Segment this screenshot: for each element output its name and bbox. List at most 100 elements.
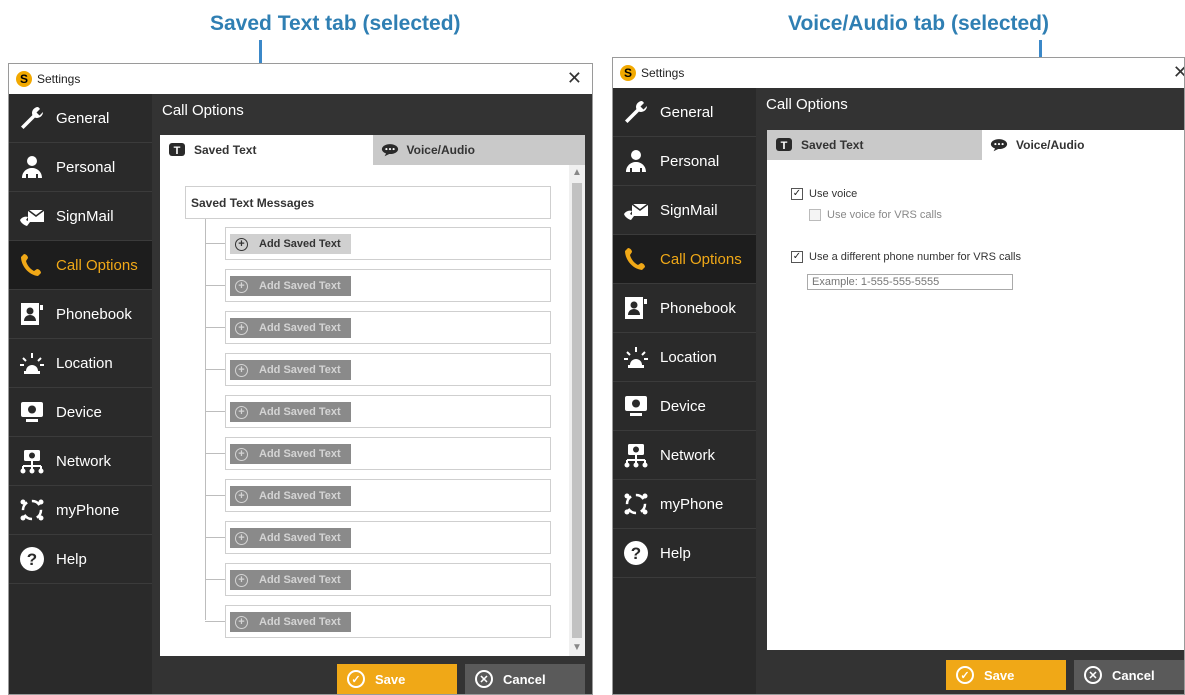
location-icon	[621, 342, 651, 372]
plus-circle-icon: +	[235, 405, 248, 419]
saved-text-row: + Add Saved Text	[225, 311, 551, 344]
cancel-button[interactable]: ✕ Cancel	[1074, 660, 1184, 690]
sidebar-item-device[interactable]: Device	[613, 382, 756, 431]
sidebar-item-label: General	[660, 103, 714, 121]
plus-circle-icon: +	[235, 237, 248, 251]
tree-branch	[205, 579, 225, 580]
tab-saved-text[interactable]: T Saved Text	[160, 135, 373, 165]
tree-branch	[205, 243, 225, 244]
page-title: Call Options	[162, 102, 244, 119]
add-saved-text-label: Add Saved Text	[259, 406, 341, 418]
add-saved-text-button[interactable]: + Add Saved Text	[230, 234, 351, 254]
vrs-phone-number-input[interactable]	[807, 274, 1013, 290]
add-saved-text-button: + Add Saved Text	[230, 486, 351, 506]
different-number-checkbox[interactable]: ✓	[791, 251, 803, 263]
person-icon	[621, 146, 651, 176]
save-label: Save	[375, 671, 406, 687]
wrench-icon	[621, 97, 651, 127]
tree-branch	[205, 327, 225, 328]
add-saved-text-button: + Add Saved Text	[230, 360, 351, 380]
tab-voice-audio[interactable]: Voice/Audio	[372, 135, 585, 165]
tab-label: Voice/Audio	[1016, 138, 1085, 152]
title-bar: S Settings ✕	[9, 64, 592, 94]
tree-branch	[205, 537, 225, 538]
sidebar-item-myphone[interactable]: myPhone	[9, 486, 152, 535]
sidebar-item-label: myPhone	[56, 501, 120, 519]
sidebar-item-personal[interactable]: Personal	[9, 143, 152, 192]
vertical-scrollbar[interactable]: ▲ ▼	[569, 165, 585, 656]
svg-text:?: ?	[27, 550, 37, 569]
sidebar-item-location[interactable]: Location	[613, 333, 756, 382]
sidebar-item-help[interactable]: ? Help	[9, 535, 152, 584]
app-logo-icon: S	[16, 71, 32, 87]
close-icon[interactable]: ✕	[567, 68, 582, 88]
tab-voice-audio[interactable]: Voice/Audio	[982, 130, 1184, 160]
sidebar-item-label: myPhone	[660, 495, 724, 513]
add-saved-text-label: Add Saved Text	[259, 448, 341, 460]
sidebar-item-label: Phonebook	[660, 299, 736, 317]
tree-branch	[205, 453, 225, 454]
add-saved-text-button: + Add Saved Text	[230, 276, 351, 296]
settings-window-voice-audio: S Settings ✕ General Personal SignMail Call…	[612, 57, 1185, 695]
save-button[interactable]: ✓ Save	[337, 664, 457, 694]
sidebar-item-call-options[interactable]: Call Options	[613, 235, 756, 284]
sidebar-item-device[interactable]: Device	[9, 388, 152, 437]
tab-bar: T Saved Text Voice/Audio	[767, 130, 1184, 160]
add-saved-text-label: Add Saved Text	[259, 574, 341, 586]
voice-audio-tab-icon	[381, 142, 399, 158]
scroll-thumb[interactable]	[572, 183, 582, 638]
use-voice-option[interactable]: ✓ Use voice	[791, 188, 857, 200]
call-options-panel: T Saved Text Voice/Audio ✓ Use voice Use…	[767, 130, 1184, 650]
scroll-down-icon[interactable]: ▼	[569, 640, 585, 656]
voice-audio-tab-icon	[990, 137, 1008, 153]
close-icon[interactable]: ✕	[1173, 62, 1184, 82]
add-saved-text-button: + Add Saved Text	[230, 612, 351, 632]
add-saved-text-button: + Add Saved Text	[230, 318, 351, 338]
tree-branch	[205, 411, 225, 412]
window-title: Settings	[641, 66, 685, 80]
sidebar-item-label: Location	[660, 348, 717, 366]
sidebar-item-network[interactable]: Network	[9, 437, 152, 486]
cancel-button[interactable]: ✕ Cancel	[465, 664, 585, 694]
call-options-panel: T Saved Text Voice/Audio Saved Text Mess…	[160, 135, 585, 656]
save-button[interactable]: ✓ Save	[946, 660, 1066, 690]
svg-text:T: T	[781, 140, 788, 152]
different-number-label: Use a different phone number for VRS cal…	[809, 251, 1021, 263]
saved-text-row: + Add Saved Text	[225, 479, 551, 512]
sidebar-item-signmail[interactable]: SignMail	[9, 192, 152, 241]
title-bar: S Settings ✕	[613, 58, 1184, 88]
sidebar-item-phonebook[interactable]: Phonebook	[613, 284, 756, 333]
svg-text:?: ?	[631, 544, 641, 563]
help-icon: ?	[621, 538, 651, 568]
tab-saved-text[interactable]: T Saved Text	[767, 130, 982, 160]
scroll-up-icon[interactable]: ▲	[569, 165, 585, 181]
sidebar-item-phonebook[interactable]: Phonebook	[9, 290, 152, 339]
cancel-circle-icon: ✕	[1084, 666, 1102, 684]
sidebar-item-call-options[interactable]: Call Options	[9, 241, 152, 290]
different-number-option[interactable]: ✓ Use a different phone number for VRS c…	[791, 251, 1021, 263]
device-icon	[17, 397, 47, 427]
sidebar-item-personal[interactable]: Personal	[613, 137, 756, 186]
sidebar-item-network[interactable]: Network	[613, 431, 756, 480]
sidebar-item-general[interactable]: General	[9, 94, 152, 143]
add-saved-text-label: Add Saved Text	[259, 364, 341, 376]
sidebar-item-signmail[interactable]: SignMail	[613, 186, 756, 235]
add-saved-text-label: Add Saved Text	[259, 532, 341, 544]
app-logo-icon: S	[620, 65, 636, 81]
sidebar-item-location[interactable]: Location	[9, 339, 152, 388]
checkmark-circle-icon: ✓	[956, 666, 974, 684]
sidebar-item-label: Device	[56, 403, 102, 421]
sidebar-item-general[interactable]: General	[613, 88, 756, 137]
phonebook-icon	[17, 299, 47, 329]
sidebar-item-help[interactable]: ? Help	[613, 529, 756, 578]
plus-circle-icon: +	[235, 489, 248, 503]
sidebar-item-label: Help	[56, 550, 87, 568]
callout-saved-text: Saved Text tab (selected)	[210, 12, 461, 35]
saved-text-row: + Add Saved Text	[225, 353, 551, 386]
tab-label: Saved Text	[801, 138, 864, 152]
sidebar-item-myphone[interactable]: myPhone	[613, 480, 756, 529]
use-voice-vrs-option: Use voice for VRS calls	[809, 209, 942, 221]
use-voice-checkbox[interactable]: ✓	[791, 188, 803, 200]
wrench-icon	[17, 103, 47, 133]
save-label: Save	[984, 667, 1015, 683]
